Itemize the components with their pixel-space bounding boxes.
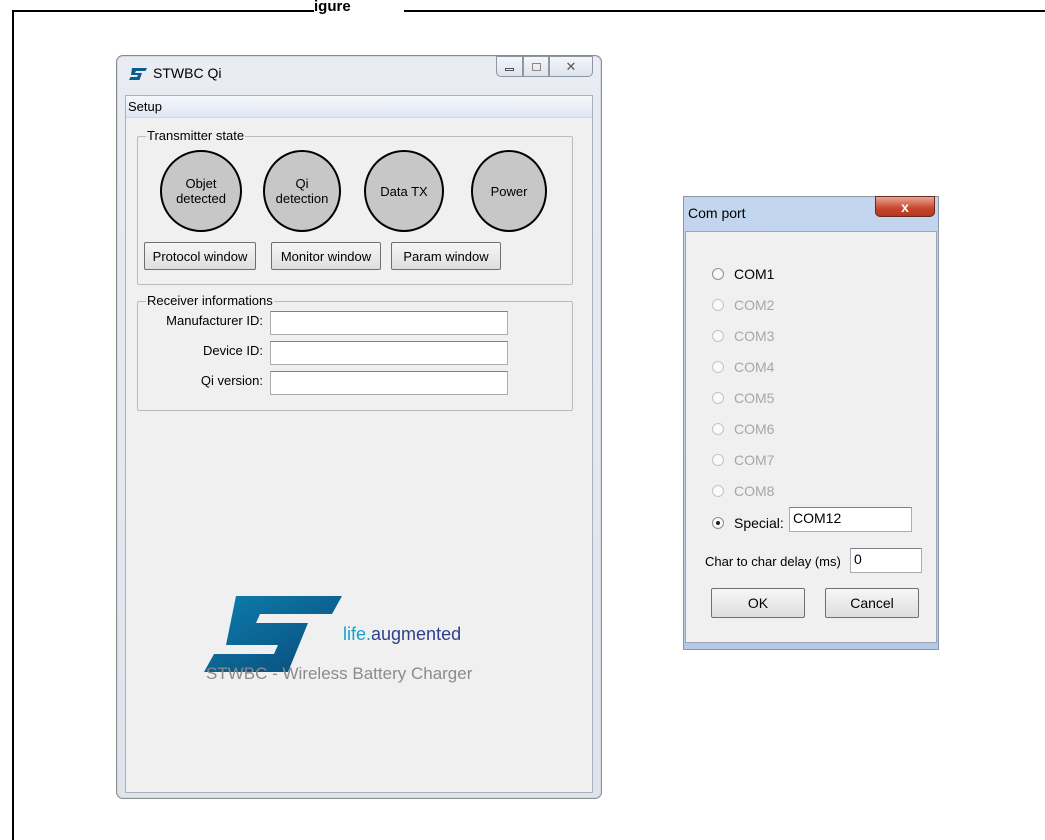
radio-button xyxy=(712,299,724,311)
special-port-input[interactable]: COM12 xyxy=(789,507,912,532)
close-icon: x xyxy=(901,198,909,215)
monitor-window-button[interactable]: Monitor window xyxy=(271,242,381,270)
param-window-button[interactable]: Param window xyxy=(391,242,501,270)
st-logo-small-icon xyxy=(129,68,147,80)
cancel-button[interactable]: Cancel xyxy=(825,588,919,618)
manufacturer-id-label: Manufacturer ID: xyxy=(166,313,263,328)
titlebar[interactable]: STWBC Qi ✕ xyxy=(117,56,601,93)
radio-com7: COM7 xyxy=(712,452,774,468)
radio-button xyxy=(712,392,724,404)
com-client-area: COM1 COM2 COM3 COM4 COM5 COM6 COM7 COM8 xyxy=(685,231,937,643)
led-qi-detection: Qi detection xyxy=(263,150,341,232)
radio-com2: COM2 xyxy=(712,297,774,313)
com-port-dialog: Com port x COM1 COM2 COM3 COM4 COM5 COM6 xyxy=(683,196,939,650)
product-subtitle: STWBC - Wireless Battery Charger xyxy=(206,664,473,683)
receiver-info-group: Receiver informations Manufacturer ID: D… xyxy=(137,293,573,411)
radio-button[interactable] xyxy=(712,517,724,529)
transmitter-state-group: Transmitter state Objet detected Qi dete… xyxy=(137,128,573,285)
window-title: STWBC Qi xyxy=(153,65,222,81)
figure-caption-fragment: igure xyxy=(314,0,404,16)
char-delay-input[interactable]: 0 xyxy=(850,548,922,573)
com-close-button[interactable]: x xyxy=(875,196,935,217)
stwbc-main-window: STWBC Qi ✕ Setup Transmitter state Objet… xyxy=(116,55,602,799)
ok-button[interactable]: OK xyxy=(711,588,805,618)
radio-com8: COM8 xyxy=(712,483,774,499)
close-button[interactable]: ✕ xyxy=(549,56,593,77)
radio-button xyxy=(712,423,724,435)
radio-button xyxy=(712,454,724,466)
protocol-window-button[interactable]: Protocol window xyxy=(144,242,256,270)
st-logo xyxy=(204,596,342,672)
radio-special[interactable]: Special: xyxy=(712,515,784,531)
qi-version-field[interactable] xyxy=(270,371,508,395)
manufacturer-id-field[interactable] xyxy=(270,311,508,335)
radio-com4: COM4 xyxy=(712,359,774,375)
radio-com6: COM6 xyxy=(712,421,774,437)
minimize-icon xyxy=(505,67,514,71)
led-objet-detected: Objet detected xyxy=(160,150,242,232)
led-power: Power xyxy=(471,150,547,232)
menubar: Setup xyxy=(126,96,592,118)
radio-com3: COM3 xyxy=(712,328,774,344)
com-dialog-title: Com port xyxy=(688,205,746,221)
transmitter-state-legend: Transmitter state xyxy=(146,128,246,143)
radio-button xyxy=(712,330,724,342)
device-id-label: Device ID: xyxy=(203,343,263,358)
led-data-tx: Data TX xyxy=(364,150,444,232)
char-delay-label: Char to char delay (ms) xyxy=(705,554,841,569)
radio-button xyxy=(712,361,724,373)
radio-button xyxy=(712,485,724,497)
menu-setup[interactable]: Setup xyxy=(128,99,162,114)
radio-com1[interactable]: COM1 xyxy=(712,266,774,282)
radio-button[interactable] xyxy=(712,268,724,280)
qi-version-label: Qi version: xyxy=(200,373,263,388)
life-augmented-tagline: life.augmented xyxy=(343,624,462,644)
device-id-field[interactable] xyxy=(270,341,508,365)
maximize-button[interactable] xyxy=(523,56,549,77)
close-icon: ✕ xyxy=(565,58,577,74)
main-client-area: Setup Transmitter state Objet detected Q… xyxy=(125,95,593,793)
receiver-info-legend: Receiver informations xyxy=(146,293,274,308)
maximize-icon xyxy=(531,62,541,71)
minimize-button[interactable] xyxy=(496,56,523,77)
radio-com5: COM5 xyxy=(712,390,774,406)
